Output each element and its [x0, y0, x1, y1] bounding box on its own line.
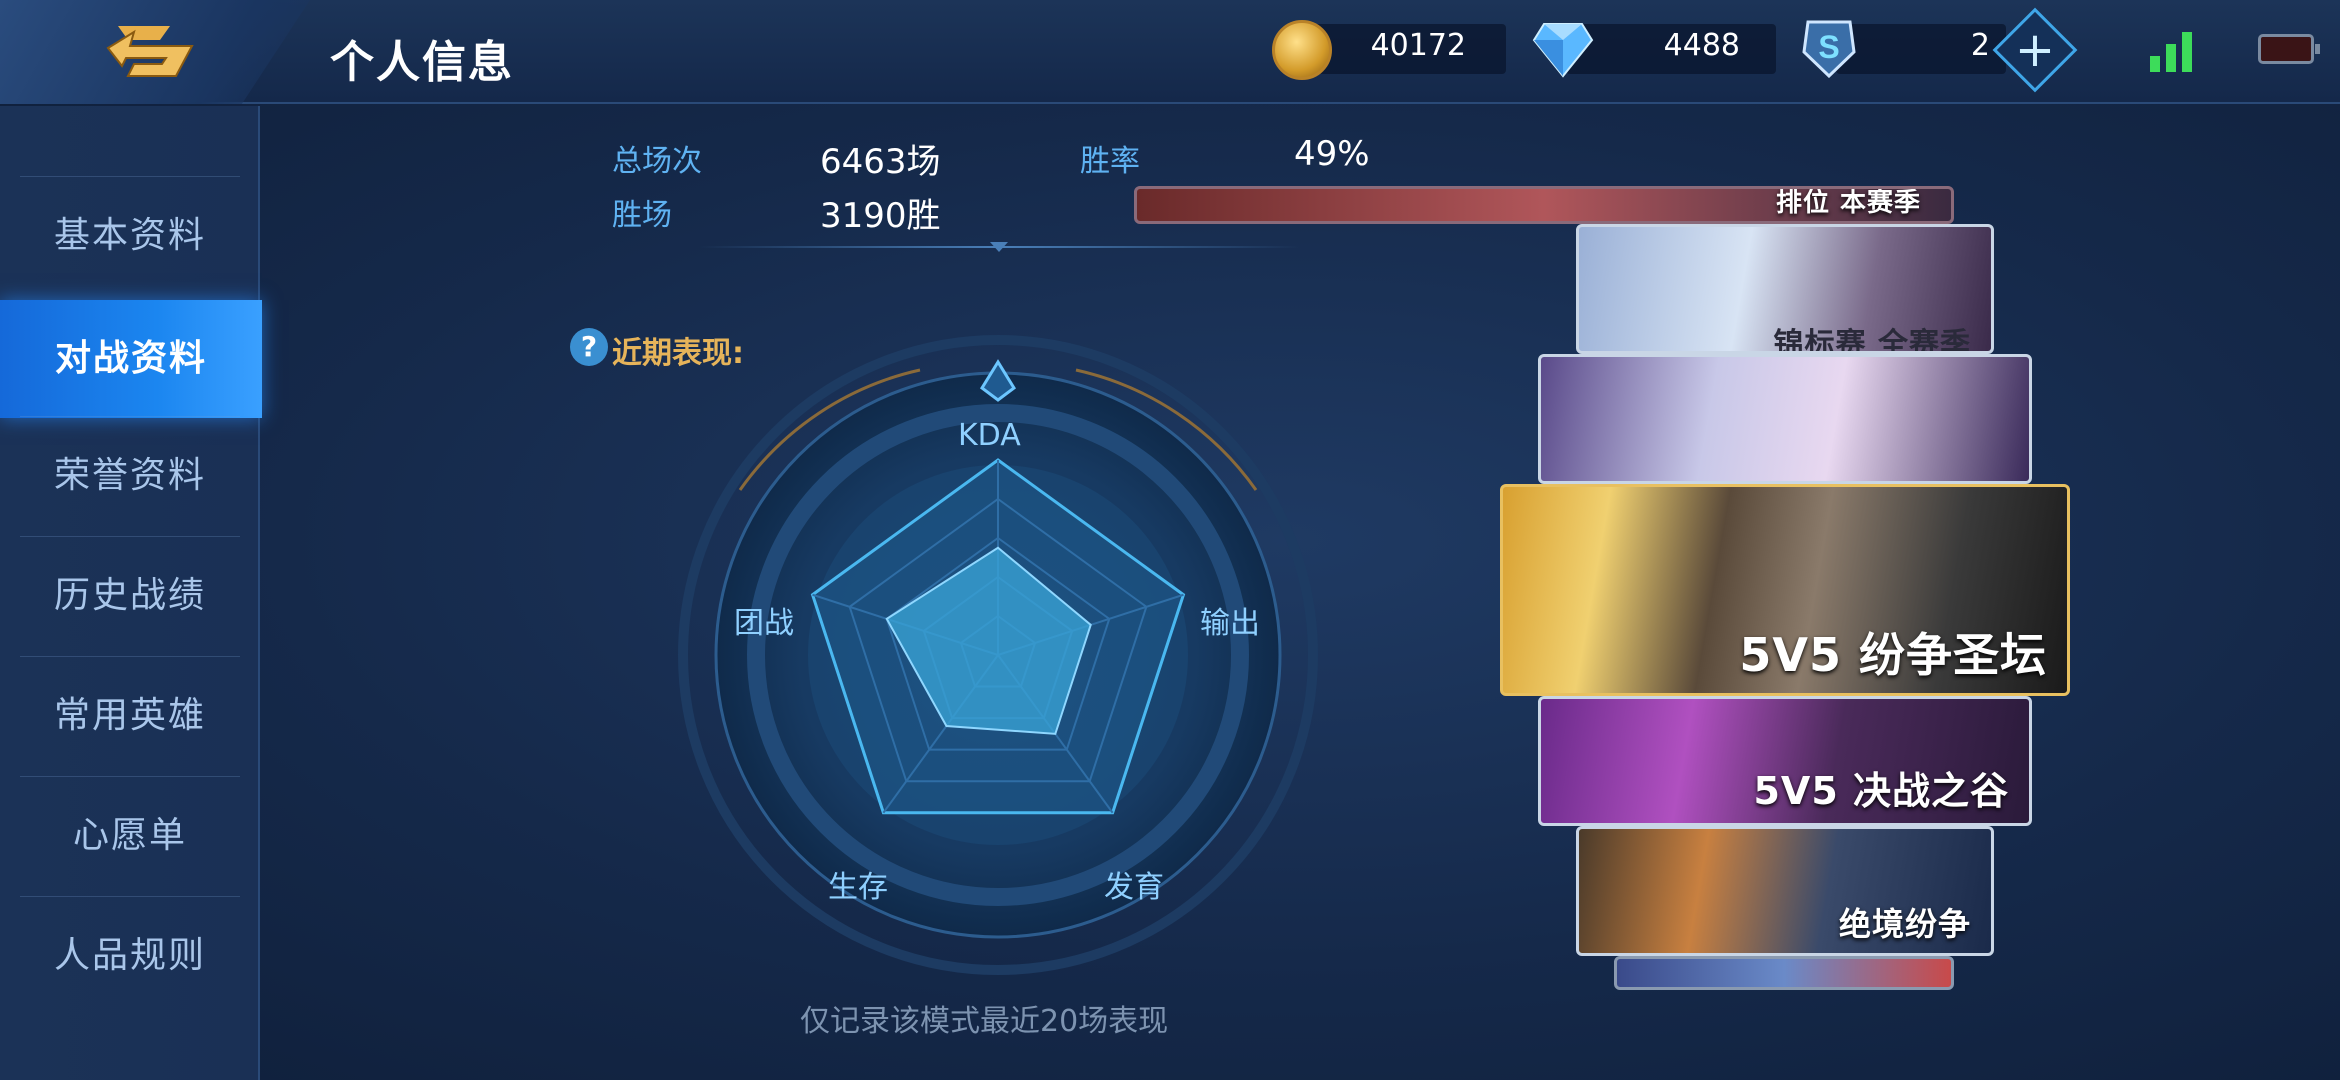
wins-value: 3190胜	[820, 196, 941, 236]
page-title: 个人信息	[330, 37, 514, 88]
gold-coin-icon	[1272, 20, 1332, 80]
help-icon[interactable]: ?	[570, 328, 608, 366]
sidebar-item-battle-data[interactable]: 对战资料	[0, 300, 262, 418]
total-games-value: 6463场	[820, 142, 941, 182]
back-button[interactable]	[0, 0, 310, 104]
token-value: 2	[1970, 28, 1990, 63]
mode-card-desperate[interactable]: 绝境纷争	[1576, 826, 1994, 956]
radar-label-output: 输出	[1200, 606, 1260, 641]
mode-card-valley[interactable]: 5V5 决战之谷	[1538, 696, 2032, 826]
divider-arrow-icon	[990, 242, 1008, 252]
radar-label-teamfight: 团战	[734, 606, 794, 641]
battery-icon	[2258, 34, 2320, 64]
mode-card-ranked[interactable]: 排位 本赛季	[1134, 186, 1954, 224]
s-token-icon: S	[1802, 20, 1856, 78]
gold-counter: 40172	[1270, 18, 1510, 80]
radar-label-survival: 生存	[828, 870, 888, 905]
gold-value: 40172	[1370, 28, 1466, 63]
top-bar: 个人信息 40172 4488 S 2 +	[0, 0, 2340, 104]
mode-card-tournament[interactable]: 锦标赛 全赛季	[1576, 224, 1994, 354]
plus-icon: +	[2014, 22, 2056, 78]
mode-card-altar[interactable]: 5V5 纷争圣坛	[1500, 484, 2070, 696]
sidebar: 基本资料 对战资料 荣誉资料 历史战绩 常用英雄 心愿单 人品规则	[0, 106, 262, 1080]
token-counter: S 2	[1800, 18, 2006, 80]
svg-text:S: S	[1818, 29, 1839, 65]
sidebar-item-wishlist[interactable]: 心愿单	[20, 776, 240, 894]
sidebar-item-history[interactable]: 历史战绩	[20, 536, 240, 654]
diamond-counter: 4488	[1530, 18, 1780, 80]
mode-card-bottom[interactable]	[1614, 956, 1954, 990]
sidebar-item-common-heroes[interactable]: 常用英雄	[20, 656, 240, 774]
diamond-value: 4488	[1663, 28, 1740, 63]
back-arrow-icon	[106, 26, 194, 77]
sidebar-item-basic-info[interactable]: 基本资料	[20, 176, 240, 294]
add-token-button[interactable]: +	[1992, 7, 2078, 93]
recent-footnote: 仅记录该模式最近20场表现	[800, 1004, 1169, 1039]
sidebar-item-credit-rules[interactable]: 人品规则	[20, 896, 240, 1014]
radar-label-kda: KDA	[958, 418, 1021, 453]
winrate-label: 胜率	[1080, 144, 1140, 179]
diamond-icon	[1532, 23, 1594, 78]
mode-card-featured[interactable]	[1538, 354, 2032, 484]
sidebar-item-honor-data[interactable]: 荣誉资料	[20, 416, 240, 534]
wins-label: 胜场	[612, 198, 672, 233]
signal-icon	[2150, 26, 2206, 72]
winrate-value: 49%	[1294, 134, 1370, 174]
radar-label-growth: 发育	[1104, 870, 1164, 905]
total-games-label: 总场次	[612, 144, 702, 179]
